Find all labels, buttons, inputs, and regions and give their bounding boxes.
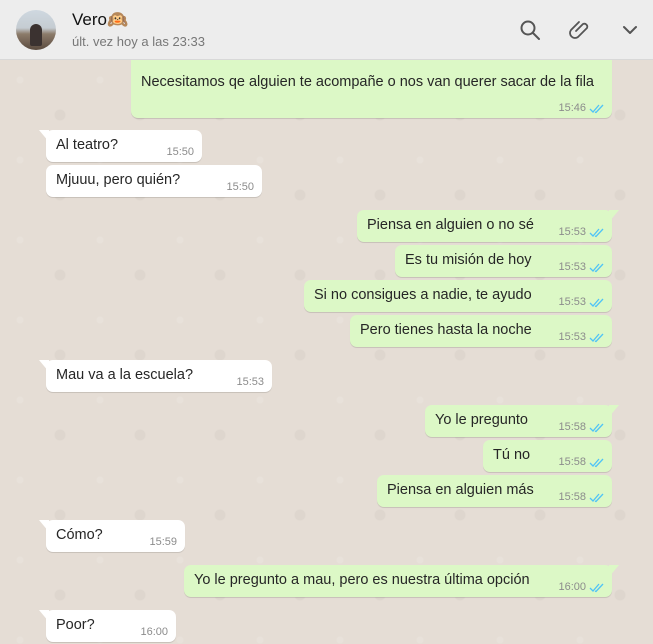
message-text: Yo le pregunto a mau, pero es nuestra úl… bbox=[194, 572, 530, 588]
contact-name[interactable]: Vero🙉 bbox=[72, 10, 128, 30]
bubble-tail bbox=[609, 210, 619, 222]
double-check-icon bbox=[589, 228, 604, 238]
message-outgoing[interactable]: Piensa en alguien o no sé 15:53 bbox=[357, 210, 619, 242]
bubble-tail bbox=[39, 360, 49, 372]
bubble-tail bbox=[609, 405, 619, 417]
message-text: Si no consigues a nadie, te ayudo bbox=[314, 287, 532, 303]
double-check-icon bbox=[589, 104, 604, 114]
message-text: Piensa en alguien o no sé bbox=[367, 217, 534, 233]
message-text: Poor? bbox=[56, 617, 95, 633]
message-incoming[interactable]: Al teatro? 15:50 bbox=[39, 130, 202, 162]
bubble-tail bbox=[39, 130, 49, 142]
paperclip-icon[interactable] bbox=[568, 18, 592, 42]
message-text: Pero tienes hasta la noche bbox=[360, 322, 532, 338]
message-time: 15:46 bbox=[558, 102, 586, 114]
message-outgoing[interactable]: Necesitamos qe alguien te acompañe o nos… bbox=[131, 60, 612, 118]
message-incoming[interactable]: Cómo? 15:59 bbox=[39, 520, 185, 552]
message-incoming[interactable]: Mau va a la escuela? 15:53 bbox=[39, 360, 272, 392]
message-outgoing[interactable]: Tú no 15:58 bbox=[483, 440, 612, 472]
double-check-icon bbox=[589, 333, 604, 343]
chevron-down-icon[interactable] bbox=[618, 18, 642, 42]
message-text: Al teatro? bbox=[56, 137, 119, 153]
search-icon[interactable] bbox=[518, 18, 542, 42]
message-incoming[interactable]: Mjuuu, pero quién? 15:50 bbox=[46, 165, 262, 197]
message-time: 16:00 bbox=[558, 581, 586, 593]
message-time: 15:59 bbox=[149, 536, 177, 548]
message-text: Piensa en alguien más bbox=[387, 482, 534, 498]
message-text: Yo le pregunto bbox=[435, 412, 528, 428]
bubble-tail bbox=[39, 520, 49, 532]
avatar[interactable] bbox=[16, 10, 56, 50]
bubble-tail bbox=[609, 565, 619, 577]
chat-area[interactable]: Necesitamos qe alguien te acompañe o nos… bbox=[0, 60, 653, 644]
message-time: 15:53 bbox=[558, 261, 586, 273]
double-check-icon bbox=[589, 458, 604, 468]
message-time: 16:00 bbox=[140, 626, 168, 638]
message-outgoing[interactable]: Si no consigues a nadie, te ayudo 15:53 bbox=[304, 280, 612, 312]
message-outgoing[interactable]: Es tu misión de hoy 15:53 bbox=[395, 245, 612, 277]
bubble-tail bbox=[39, 610, 49, 622]
message-time: 15:58 bbox=[558, 456, 586, 468]
double-check-icon bbox=[589, 423, 604, 433]
double-check-icon bbox=[589, 263, 604, 273]
message-time: 15:53 bbox=[558, 296, 586, 308]
message-text: Mau va a la escuela? bbox=[56, 367, 194, 383]
message-text: Mjuuu, pero quién? bbox=[56, 172, 181, 188]
message-outgoing[interactable]: Piensa en alguien más 15:58 bbox=[377, 475, 612, 507]
message-text: Necesitamos qe alguien te acompañe o nos… bbox=[141, 74, 594, 90]
double-check-icon bbox=[589, 298, 604, 308]
message-time: 15:50 bbox=[166, 146, 194, 158]
message-outgoing[interactable]: Yo le pregunto a mau, pero es nuestra úl… bbox=[184, 565, 619, 597]
message-time: 15:53 bbox=[558, 226, 586, 238]
message-text: Cómo? bbox=[56, 527, 103, 543]
chat-header: Vero🙉 últ. vez hoy a las 23:33 bbox=[0, 0, 653, 60]
message-time: 15:58 bbox=[558, 491, 586, 503]
message-time: 15:53 bbox=[558, 331, 586, 343]
message-time: 15:58 bbox=[558, 421, 586, 433]
double-check-icon bbox=[589, 493, 604, 503]
message-time: 15:50 bbox=[226, 181, 254, 193]
message-time: 15:53 bbox=[236, 376, 264, 388]
last-seen-status: últ. vez hoy a las 23:33 bbox=[72, 34, 205, 49]
message-text: Tú no bbox=[493, 447, 531, 463]
message-incoming[interactable]: Poor? 16:00 bbox=[39, 610, 176, 642]
message-outgoing[interactable]: Pero tienes hasta la noche 15:53 bbox=[350, 315, 612, 347]
message-text: Es tu misión de hoy bbox=[405, 252, 532, 268]
message-outgoing[interactable]: Yo le pregunto 15:58 bbox=[425, 405, 619, 437]
double-check-icon bbox=[589, 583, 604, 593]
